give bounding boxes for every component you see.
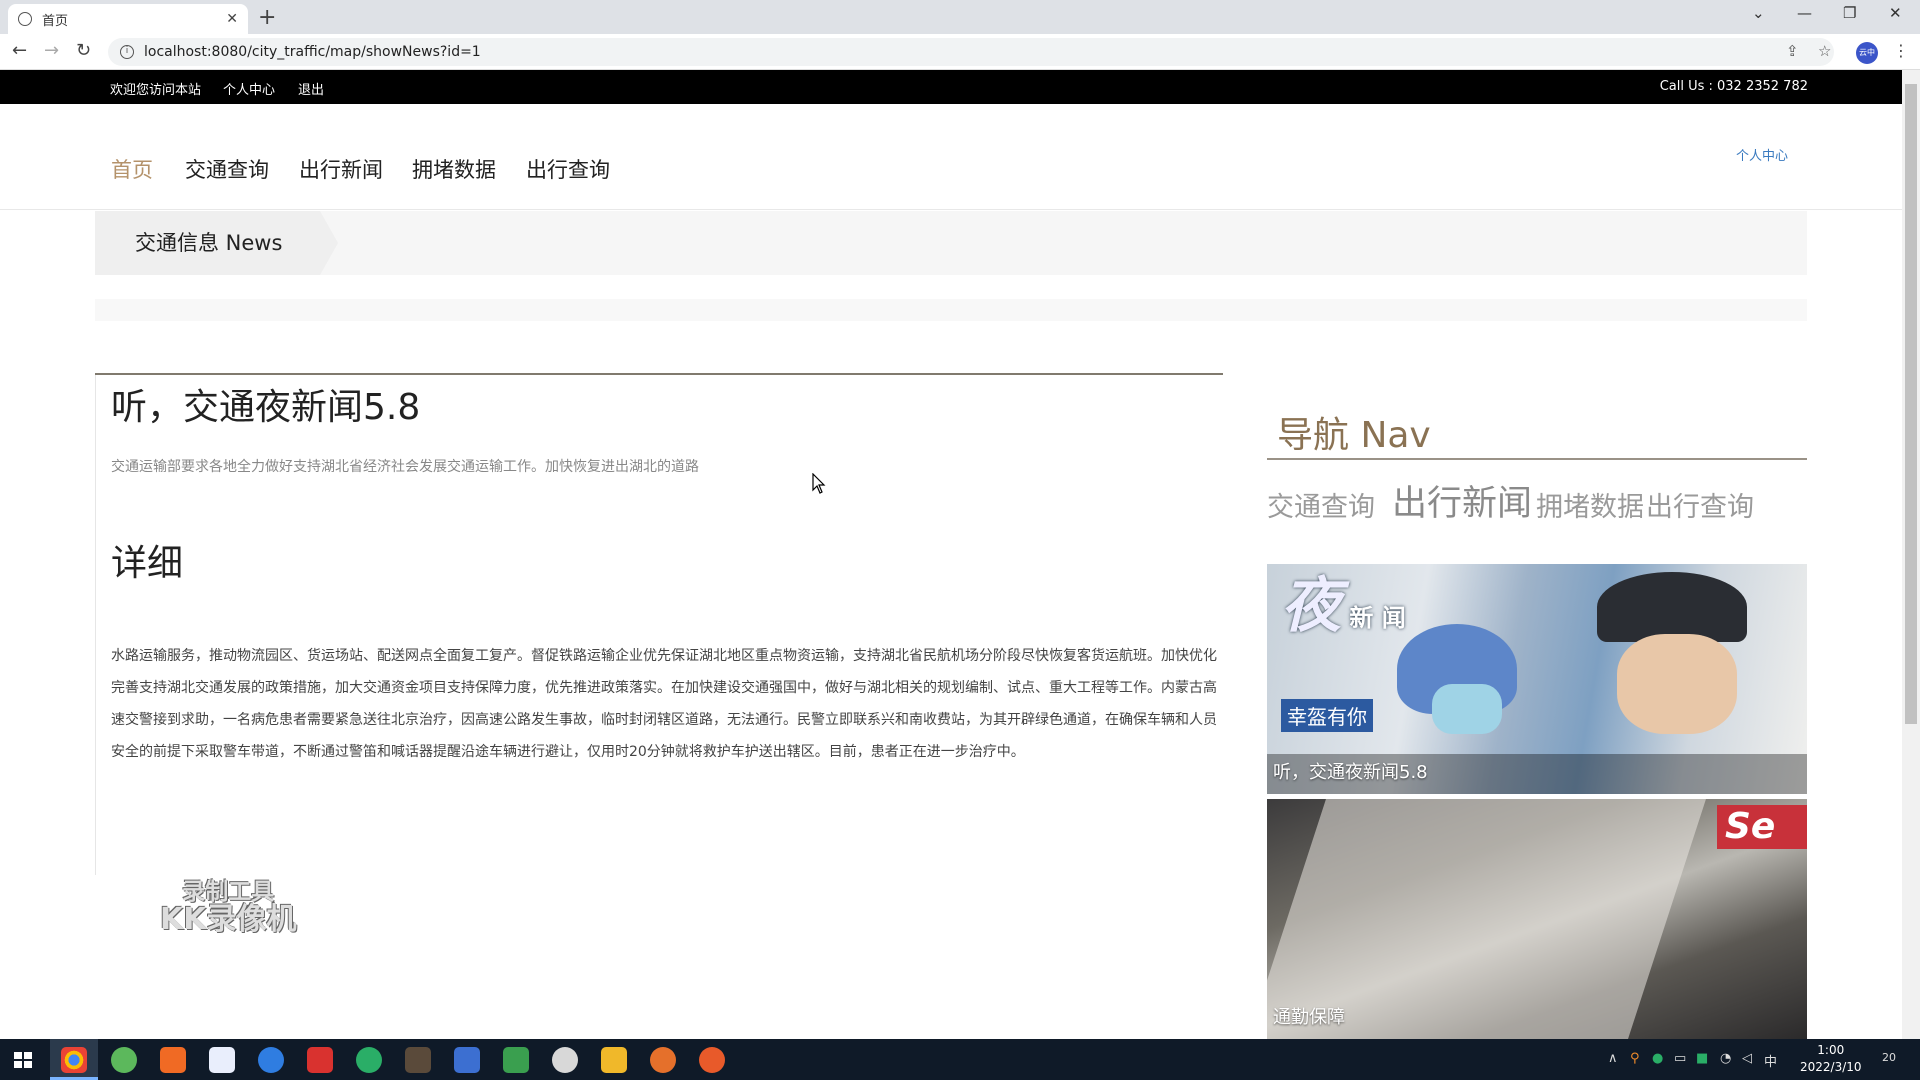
globe-icon: [18, 12, 32, 26]
card-logo-small2: 闻: [1381, 604, 1406, 632]
url-text: localhost:8080/city_traffic/map/showNews…: [144, 44, 481, 60]
window-close-button[interactable]: ✕: [1889, 4, 1902, 22]
sidebar-link-travel-news[interactable]: 出行新闻: [1392, 475, 1532, 526]
banner-title: 交通信息 News: [95, 211, 338, 275]
card-photo-mask: [1432, 684, 1502, 734]
top-bar: 欢迎您访问本站 个人中心 退出 Call Us : 032 2352 782: [0, 70, 1902, 104]
web-page: 欢迎您访问本站 个人中心 退出 Call Us : 032 2352 782 首…: [0, 70, 1902, 1039]
card-slogan: 幸盔有你: [1281, 699, 1373, 732]
app-white-icon[interactable]: [209, 1047, 235, 1073]
tray-wechat-icon[interactable]: ●: [1652, 1051, 1663, 1066]
search-app-icon[interactable]: [258, 1047, 284, 1073]
recorder-watermark: 录制工具 KK录像机: [160, 878, 297, 937]
tab-search-icon[interactable]: ⌄: [1752, 4, 1765, 22]
forward-icon[interactable]: →: [44, 40, 59, 61]
ime-indicator[interactable]: 中: [1764, 1051, 1777, 1070]
sidebar-link-trip-query[interactable]: 出行查询: [1646, 485, 1754, 524]
chat-app-icon[interactable]: [552, 1047, 578, 1073]
card-logo-small: 新: [1349, 604, 1374, 632]
profile-avatar[interactable]: 云中: [1856, 42, 1878, 64]
app-green-icon[interactable]: [111, 1047, 137, 1073]
page-scrollbar[interactable]: [1902, 70, 1920, 1039]
tray-device-icon[interactable]: ▭: [1674, 1051, 1686, 1066]
watermark-line2: KK录像机: [160, 902, 297, 937]
logout-link[interactable]: 退出: [298, 79, 324, 98]
sidebar-link-traffic-query[interactable]: 交通查询: [1267, 485, 1375, 524]
wechat-icon[interactable]: [356, 1047, 382, 1073]
nav-user-link[interactable]: 个人中心: [1736, 145, 1788, 164]
app-mountain-icon[interactable]: [454, 1047, 480, 1073]
address-bar[interactable]: i localhost:8080/city_traffic/map/showNe…: [108, 38, 1834, 66]
system-clock[interactable]: 1:00 2022/3/10: [1800, 1042, 1862, 1076]
nav-item-traffic-query[interactable]: 交通查询: [185, 154, 269, 184]
restore-button[interactable]: ❐: [1843, 4, 1856, 22]
browser-tab[interactable]: 首页 ✕: [8, 4, 248, 34]
mouse-cursor-icon: [812, 473, 826, 494]
browser-menu-icon[interactable]: ⋮: [1893, 41, 1909, 60]
taskbar: ∧ ⚲ ● ▭ ■ ◔ ◁ 中 1:00 2022/3/10 20: [0, 1039, 1920, 1080]
site-info-icon[interactable]: i: [120, 45, 134, 59]
share-icon[interactable]: ⇪: [1786, 42, 1799, 60]
tab-close-icon[interactable]: ✕: [226, 11, 238, 27]
news-card-commute[interactable]: Se 通勤保障: [1267, 799, 1807, 1039]
new-tab-button[interactable]: +: [258, 5, 276, 30]
tray-expand-icon[interactable]: ∧: [1608, 1051, 1618, 1066]
card-caption: 通勤保障: [1273, 1007, 1345, 1028]
volume-icon[interactable]: ◁: [1742, 1051, 1752, 1066]
nav-item-travel-news[interactable]: 出行新闻: [299, 154, 383, 184]
personal-center-link[interactable]: 个人中心: [223, 79, 275, 98]
file-explorer-icon[interactable]: [601, 1047, 627, 1073]
bookmark-star-icon[interactable]: ☆: [1818, 42, 1831, 60]
clock-date: 2022/3/10: [1800, 1060, 1862, 1074]
sidebar-link-congestion-data[interactable]: 拥堵数据: [1536, 485, 1644, 524]
windows-start-icon[interactable]: [14, 1052, 32, 1068]
divider-stripe: [95, 299, 1807, 321]
sidebar-divider: [1267, 458, 1807, 460]
article-divider: [95, 373, 1223, 375]
back-icon[interactable]: ←: [12, 40, 27, 61]
news-card-night-news[interactable]: 夜 新 闻 幸盔有你 听，交通夜新闻5.8: [1267, 564, 1807, 794]
app-game-icon[interactable]: [405, 1047, 431, 1073]
article-border: [95, 375, 96, 875]
scrollbar-thumb[interactable]: [1905, 84, 1917, 724]
notification-icon[interactable]: 20: [1882, 1051, 1896, 1064]
sidebar-title: 导航 Nav: [1277, 415, 1431, 456]
browser-tab-strip: 首页 ✕ + ⌄ — ❐ ✕: [0, 0, 1920, 34]
card-logo-big: 夜: [1281, 571, 1341, 641]
search-orange-icon[interactable]: [650, 1047, 676, 1073]
card-caption: 听，交通夜新闻5.8: [1273, 762, 1428, 783]
tray-app-icon[interactable]: ■: [1696, 1051, 1708, 1066]
nav-item-congestion-data[interactable]: 拥堵数据: [412, 154, 496, 184]
tab-title: 首页: [42, 13, 69, 29]
article-title: 听，交通夜新闻5.8: [111, 387, 421, 428]
page-banner: 交通信息 News: [95, 211, 1807, 275]
chrome-icon[interactable]: [61, 1047, 87, 1073]
network-icon[interactable]: ◔: [1720, 1051, 1731, 1066]
wps-icon[interactable]: [307, 1047, 333, 1073]
card-photo-officer-cap: [1597, 572, 1747, 642]
minimize-button[interactable]: —: [1797, 4, 1812, 22]
welcome-link[interactable]: 欢迎您访问本站: [110, 79, 201, 98]
call-us-text: Call Us : 032 2352 782: [1659, 79, 1808, 94]
reload-icon[interactable]: ↻: [76, 40, 91, 61]
card-photo-officer-face: [1617, 634, 1737, 734]
browser-toolbar: ← → ↻ i localhost:8080/city_traffic/map/…: [0, 34, 1920, 70]
card-badge: Se: [1717, 805, 1807, 849]
notepad-icon[interactable]: [503, 1047, 529, 1073]
app-orange-icon[interactable]: [160, 1047, 186, 1073]
article-summary: 交通运输部要求各地全力做好支持湖北省经济社会发展交通运输工作。加快恢复进出湖北的…: [111, 459, 699, 475]
nav-item-trip-query[interactable]: 出行查询: [526, 154, 610, 184]
clock-time: 1:00: [1817, 1043, 1845, 1057]
detail-heading: 详细: [111, 543, 184, 584]
main-nav: 首页 交通查询 出行新闻 拥堵数据 出行查询 个人中心: [0, 104, 1902, 210]
recorder-app-icon[interactable]: [699, 1047, 725, 1073]
article-body: 水路运输服务，推动物流园区、货运场站、配送网点全面复工复产。督促铁路运输企业优先…: [111, 648, 1217, 760]
card-logo: 夜 新 闻: [1281, 576, 1406, 636]
nav-item-home[interactable]: 首页: [111, 154, 153, 184]
tray-search-icon[interactable]: ⚲: [1630, 1051, 1640, 1066]
